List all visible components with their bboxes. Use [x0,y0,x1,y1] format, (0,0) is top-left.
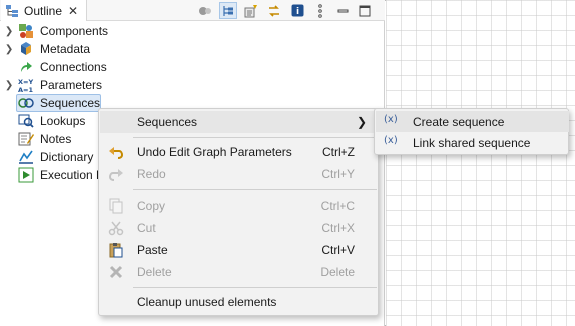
link-editor-icon[interactable] [265,2,283,19]
tree-item-label: Components [40,24,109,38]
menu-separator [133,189,377,190]
submenu-item-create-sequence[interactable]: (x) Create sequence [376,111,569,132]
close-icon[interactable]: ✕ [68,5,78,17]
link-sequence-icon: (x) [384,135,398,146]
menu-item-label: Cleanup unused elements [137,295,277,309]
delete-icon [109,265,123,279]
sequences-submenu: (x) Create sequence (x) Link shared sequ… [374,108,569,155]
tree-item-label: Connections [40,60,107,74]
components-icon [19,24,33,38]
menu-item-label: Undo Edit Graph Parameters [137,145,292,159]
menu-item-label: Cut [137,221,156,235]
menu-item-cleanup[interactable]: Cleanup unused elements [100,291,379,313]
tab-outline[interactable]: Outline ✕ [1,0,87,21]
menu-item-shortcut: Delete [320,265,355,279]
tab-outline-label: Outline [24,3,63,18]
hide-icon[interactable] [196,2,214,19]
filter-icon[interactable] [242,2,260,19]
menu-item-label: Delete [137,265,172,279]
create-sequence-icon: (x) [384,114,398,125]
menu-item-label: Sequences [137,115,198,129]
menu-item-cut[interactable]: Cut Ctrl+X [100,217,379,239]
menu-item-shortcut: Ctrl+Y [321,167,355,181]
menu-item-shortcut: Ctrl+V [321,243,355,257]
undo-icon [109,147,124,159]
menu-item-copy[interactable]: Copy Ctrl+C [100,195,379,217]
tree-item-label: Dictionary [40,150,94,164]
chevron-right-icon[interactable]: ❯ [5,22,13,40]
tree-item-label: Execution P [40,168,105,182]
lookups-icon [18,114,34,128]
submenu-item-label: Link shared sequence [413,135,531,150]
maximize-icon[interactable] [356,2,374,19]
menu-separator [133,287,377,288]
execution-icon [18,167,34,183]
menu-item-label: Redo [137,167,166,181]
dictionary-icon [19,150,33,164]
menu-item-redo[interactable]: Redo Ctrl+Y [100,163,379,185]
svg-text:A=1: A=1 [18,86,33,93]
graph-canvas[interactable] [386,0,575,326]
outline-tab-bar: Outline ✕ i [0,0,385,21]
menu-item-label: Copy [137,199,166,213]
notes-icon [18,132,34,146]
tree-item-label: Parameters [40,78,103,92]
chevron-right-icon[interactable]: ❯ [5,76,13,94]
menu-item-shortcut: Ctrl+C [320,199,355,213]
tree-item-label: Lookups [40,114,86,128]
menu-item-undo[interactable]: Undo Edit Graph Parameters Ctrl+Z [100,141,379,163]
sequences-icon [18,98,34,108]
menu-item-label: Paste [137,243,168,257]
minimize-icon[interactable] [334,2,352,19]
outline-icon [6,4,18,17]
chevron-right-icon: ❯ [356,115,367,129]
menu-item-delete[interactable]: Delete Delete [100,261,379,283]
menu-separator [133,137,377,138]
view-menu-icon[interactable] [311,2,329,19]
submenu-item-label: Create sequence [413,114,505,129]
redo-icon [108,169,123,181]
svg-text:X=Y: X=Y [18,78,33,86]
context-menu: Sequences ❯ Undo Edit Graph Parameters C… [98,108,379,316]
menu-item-shortcut: Ctrl+Z [322,145,355,159]
chevron-right-icon[interactable]: ❯ [5,40,13,58]
tree-item-label: Metadata [40,42,91,56]
info-icon[interactable]: i [288,2,306,19]
parameters-icon: X=Y A=1 [18,78,33,93]
menu-item-paste[interactable]: Paste Ctrl+V [100,239,379,261]
tree-item-label: Notes [40,132,72,146]
submenu-item-link-sequence[interactable]: (x) Link shared sequence [376,132,569,153]
connections-icon [21,62,32,72]
metadata-icon [21,42,31,55]
tree-layout-icon[interactable] [219,2,237,19]
paste-icon [109,243,123,258]
svg-text:i: i [295,7,298,17]
menu-item-sequences[interactable]: Sequences ❯ [100,111,379,133]
cut-icon [108,221,124,236]
menu-item-shortcut: Ctrl+X [321,221,355,235]
copy-icon [109,198,123,214]
tree-item-label: Sequences [40,96,101,110]
